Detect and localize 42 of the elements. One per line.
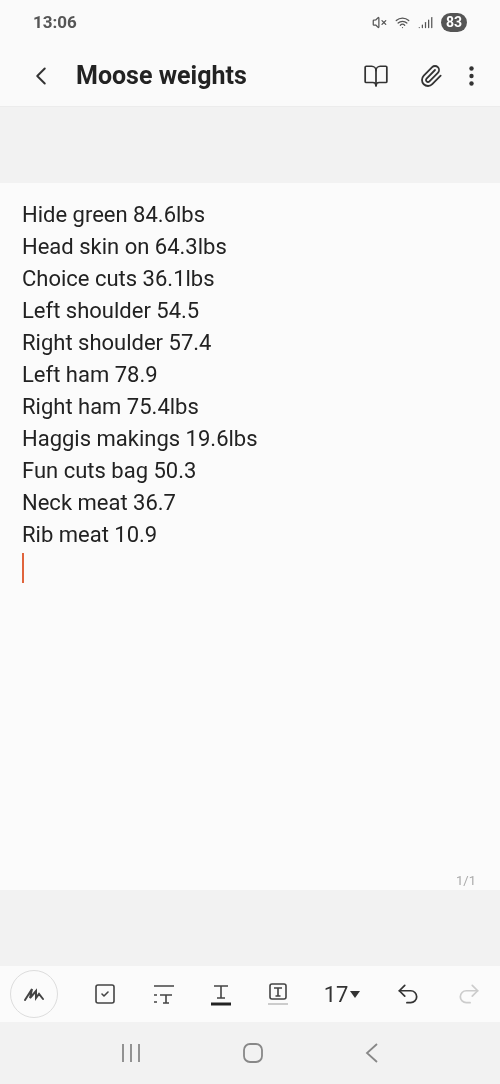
recent-apps-icon — [120, 1042, 142, 1064]
text-color-icon — [210, 982, 233, 1006]
caret-icon — [350, 990, 361, 998]
mute-icon — [371, 15, 387, 30]
back-nav-button[interactable] — [364, 1042, 380, 1064]
more-button[interactable] — [469, 65, 474, 86]
checkbox-icon — [92, 982, 117, 1006]
back-nav-icon — [364, 1042, 380, 1064]
text-background-icon — [267, 982, 289, 1006]
note-line: Rib meat 10.9 — [22, 521, 159, 549]
page-indicator: 1/1 — [456, 871, 476, 890]
note-line: Hide green 84.6lbs — [22, 201, 207, 229]
checkbox-button[interactable] — [92, 982, 117, 1006]
recent-apps-button[interactable] — [120, 1042, 142, 1064]
note-line: Left shoulder 54.5 — [22, 297, 201, 325]
text-background-button[interactable] — [267, 982, 289, 1006]
text-color-button[interactable] — [210, 982, 233, 1006]
note-line: Neck meat 36.7 — [22, 489, 177, 517]
note-line: Haggis makings 19.6lbs — [22, 425, 259, 453]
note-title: Moose weights — [76, 59, 248, 92]
font-size-button[interactable]: 17 — [323, 977, 361, 1011]
text-style-button[interactable] — [151, 983, 176, 1005]
note-line: Right ham 75.4lbs — [22, 393, 200, 421]
note-line: Choice cuts 36.1lbs — [22, 265, 216, 293]
battery-badge: 83 — [440, 13, 467, 32]
paperclip-icon — [419, 63, 443, 88]
more-icon — [469, 65, 474, 86]
status-time: 13:06 — [33, 10, 77, 34]
text-style-icon — [151, 983, 176, 1005]
note-line: Head skin on 64.3lbs — [22, 233, 228, 261]
note-line: Right shoulder 57.4 — [22, 329, 213, 357]
pen-scribble-icon — [23, 986, 45, 1002]
home-button[interactable] — [242, 1042, 264, 1064]
book-icon — [363, 62, 389, 89]
attach-button[interactable] — [419, 63, 443, 88]
note-line: Left ham 78.9 — [22, 361, 159, 389]
note-line: Fun cuts bag 50.3 — [22, 457, 198, 485]
wifi-icon — [394, 15, 410, 30]
reading-mode-button[interactable] — [363, 62, 389, 89]
signal-icon — [417, 15, 433, 30]
text-cursor — [22, 553, 24, 583]
home-icon — [242, 1042, 264, 1064]
